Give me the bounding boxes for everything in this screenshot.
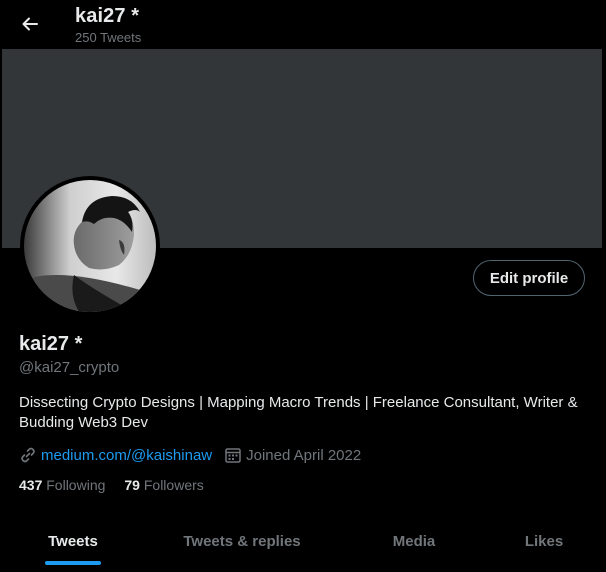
tab-tweets-replies[interactable]: Tweets & replies: [146, 515, 338, 568]
joined-date: Joined April 2022: [246, 446, 362, 464]
profile-handle: @kai27_crypto: [19, 359, 120, 376]
follow-stats: 437 Following 79 Followers: [19, 477, 223, 493]
profile-tabs: Tweets Tweets & replies Media Likes: [0, 515, 606, 568]
back-button[interactable]: [14, 8, 46, 40]
profile-bio: Dissecting Crypto Designs | Mapping Macr…: [19, 394, 578, 431]
following-label: Following: [46, 477, 106, 493]
website-item: medium.com/@kaishinaw: [19, 446, 212, 464]
avatar-photo: [24, 180, 156, 312]
following-link[interactable]: 437 Following: [19, 477, 105, 493]
arrow-left-icon: [22, 17, 38, 31]
header-title: kai27 *: [75, 5, 140, 27]
tab-likes[interactable]: Likes: [490, 515, 598, 568]
link-icon: [21, 447, 35, 463]
following-count: 437: [19, 477, 43, 493]
tab-label: Tweets & replies: [183, 533, 301, 550]
tab-label: Likes: [524, 533, 564, 550]
followers-label: Followers: [143, 477, 204, 493]
website-link[interactable]: medium.com/@kaishinaw: [41, 447, 212, 464]
tab-label: Tweets: [48, 533, 98, 550]
calendar-icon: [225, 448, 241, 463]
tweet-count: 250 Tweets: [75, 30, 142, 45]
avatar[interactable]: [20, 176, 160, 316]
edit-profile-button[interactable]: Edit profile: [473, 260, 585, 296]
profile-name: kai27 *: [19, 333, 83, 355]
profile-header: kai27 * 250 Tweets: [0, 0, 606, 49]
profile-meta: medium.com/@kaishinaw Joined April 2022: [19, 445, 373, 465]
tab-label: Media: [392, 533, 436, 550]
followers-link[interactable]: 79 Followers: [124, 477, 203, 493]
joined-item: Joined April 2022: [224, 446, 361, 464]
followers-count: 79: [124, 477, 140, 493]
tab-media[interactable]: Media: [338, 515, 490, 568]
active-tab-indicator: [45, 561, 101, 565]
tab-tweets[interactable]: Tweets: [0, 515, 146, 568]
